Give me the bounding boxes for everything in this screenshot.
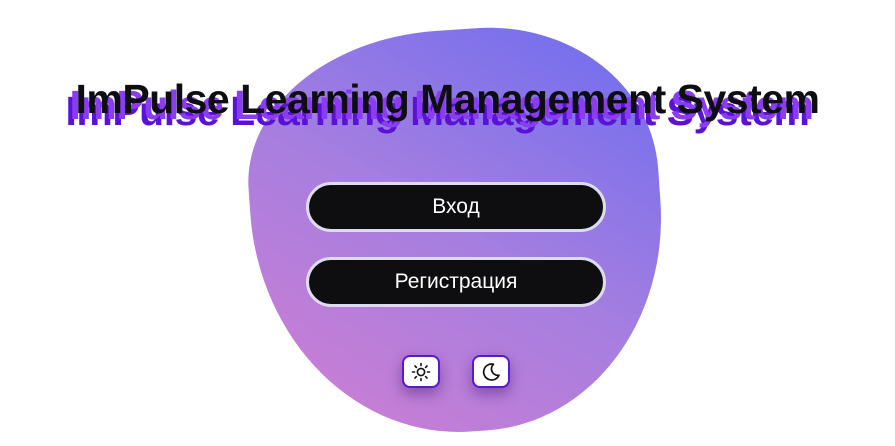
register-button[interactable]: Регистрация (306, 257, 606, 307)
login-button[interactable]: Вход (306, 182, 606, 232)
login-button-label: Вход (432, 195, 480, 218)
moon-icon (480, 361, 502, 383)
register-button-label: Регистрация (394, 270, 518, 293)
sun-icon (411, 362, 431, 382)
light-theme-button[interactable] (402, 355, 440, 388)
dark-theme-button[interactable] (472, 355, 510, 388)
title-area: ImPulse Learning Management System ImPul… (0, 68, 895, 148)
page-title: ImPulse Learning Management System (75, 76, 820, 122)
landing-page: ImPulse Learning Management System ImPul… (0, 0, 895, 446)
